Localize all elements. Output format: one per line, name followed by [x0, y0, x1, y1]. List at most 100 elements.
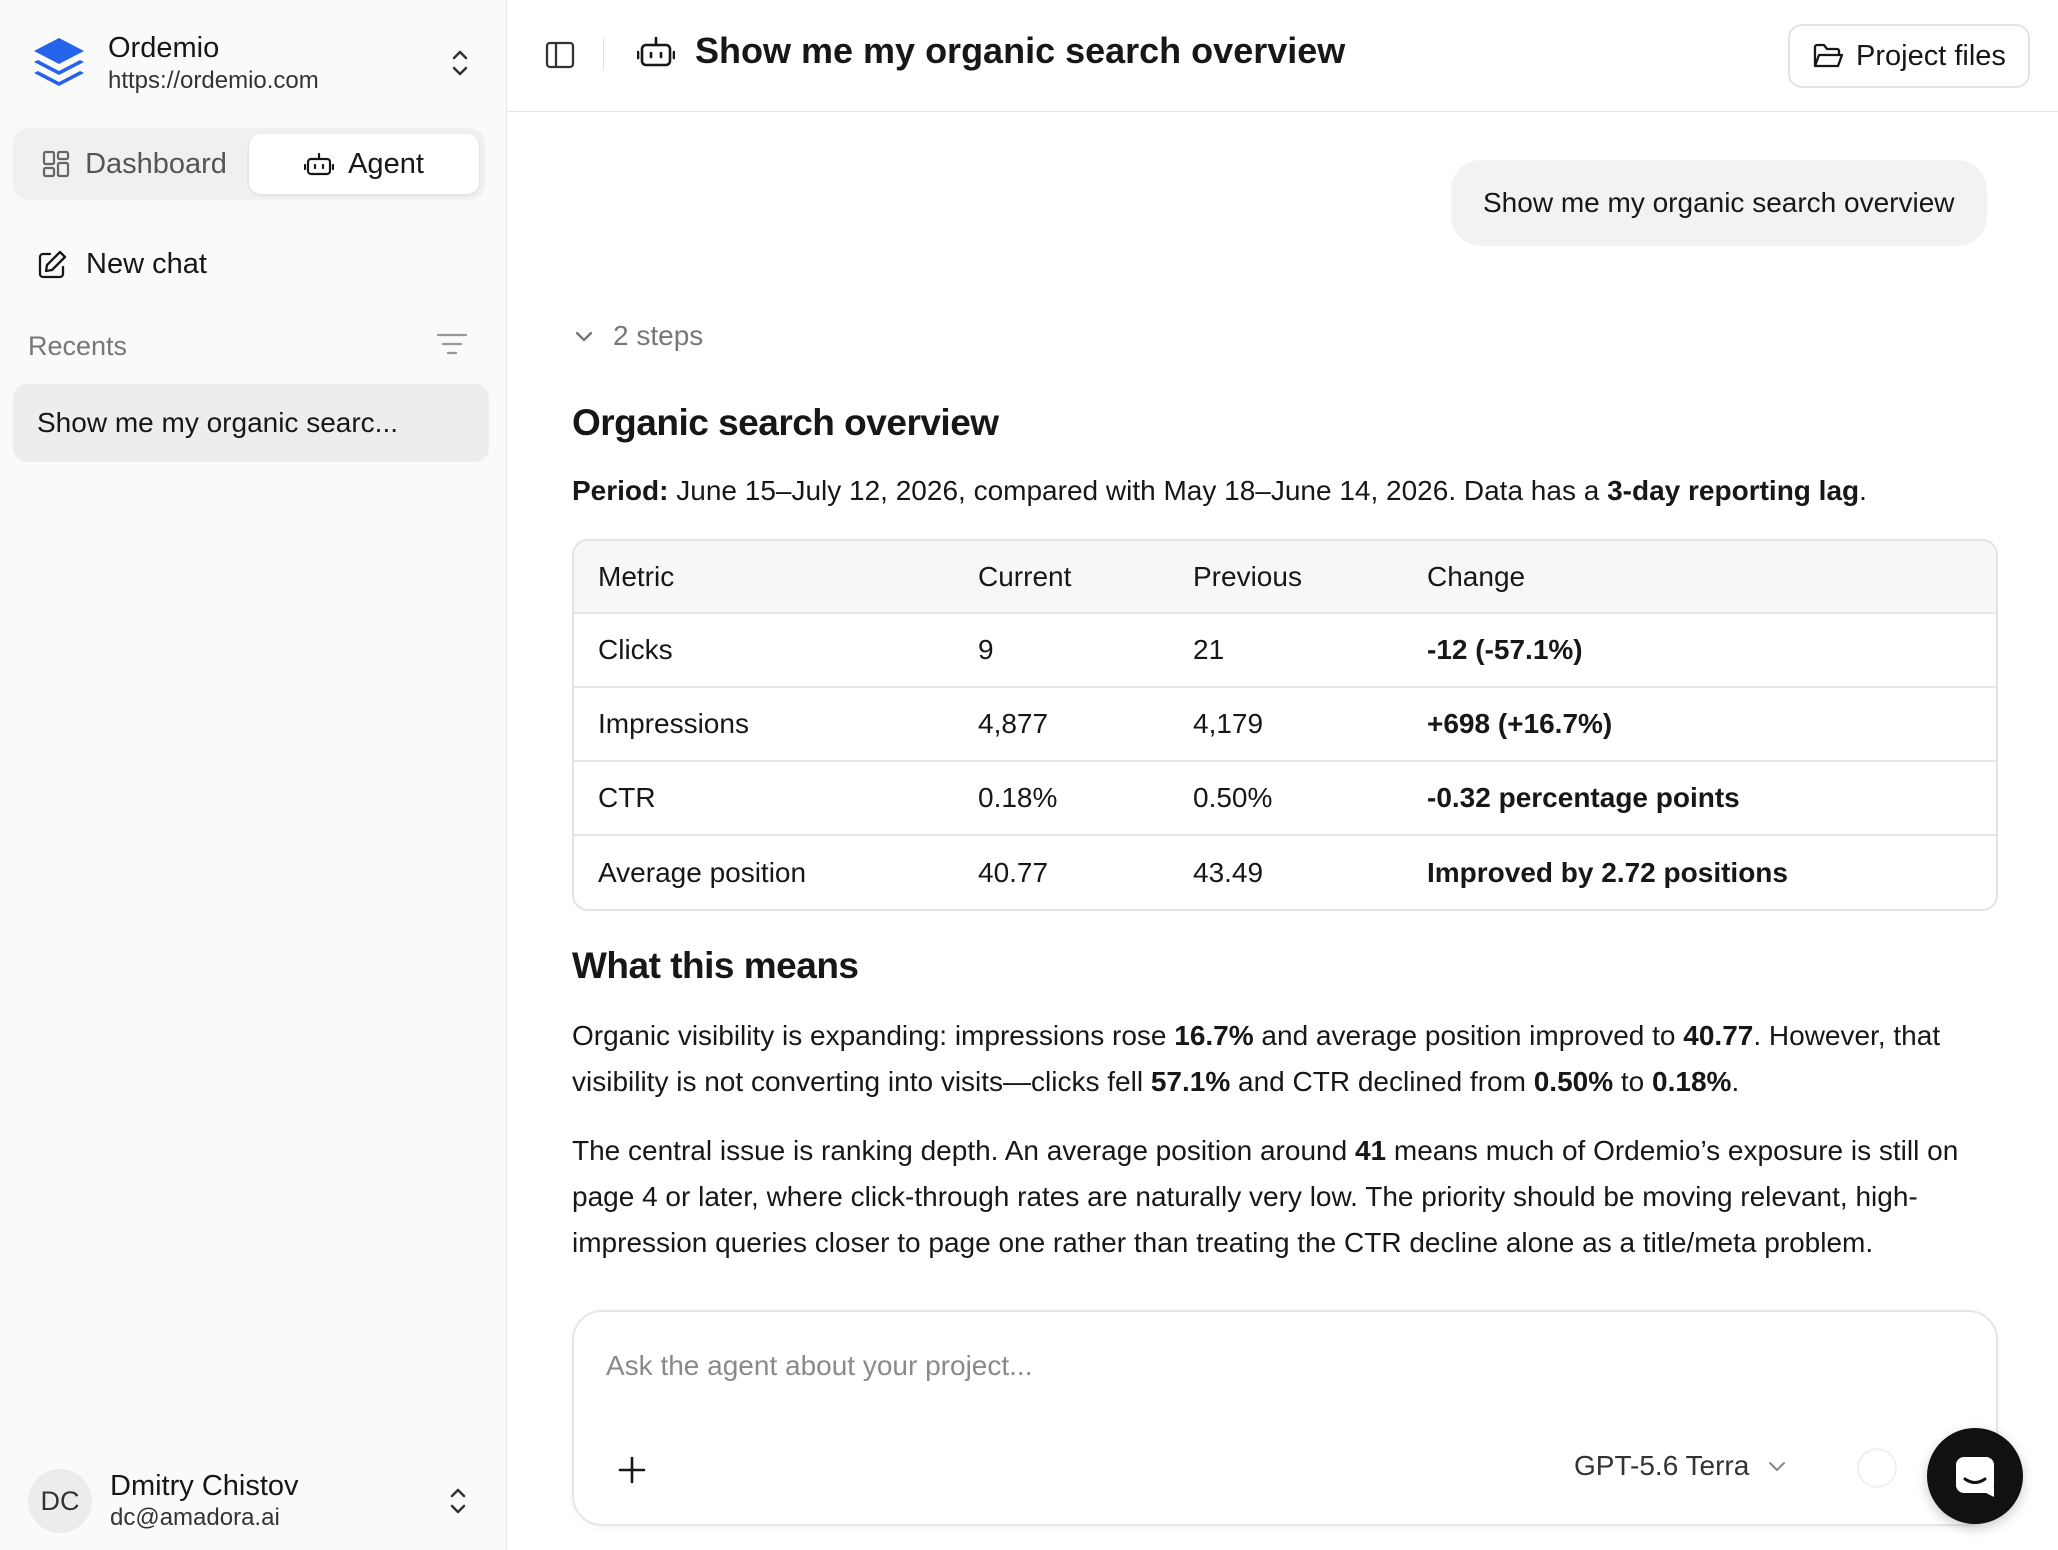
view-switcher: Dashboard Agent: [13, 128, 485, 200]
steps-label: 2 steps: [613, 320, 704, 351]
page-title: Show me my organic search overview: [637, 30, 1345, 72]
current-cell: 40.77: [978, 856, 1049, 888]
project-url: https://ordemio.com: [108, 67, 319, 94]
chevron-down-icon: [575, 331, 593, 342]
column-header: Current: [978, 560, 1072, 592]
main-panel: Show me my organic search overview Proje…: [507, 0, 2058, 1550]
project-name: Ordemio: [108, 32, 220, 64]
recents-label: Recents: [28, 331, 128, 361]
current-cell: 4,877: [978, 708, 1049, 739]
means-heading: What this means: [572, 945, 859, 986]
plus-icon[interactable]: [616, 1454, 648, 1486]
current-cell: 0.18%: [978, 782, 1058, 813]
text-span: and CTR declined from: [1230, 1066, 1534, 1097]
user-message: Show me my organic search overview: [1451, 160, 1987, 246]
avatar: DC: [28, 1469, 92, 1533]
column-header: Previous: [1193, 560, 1302, 592]
tab-agent[interactable]: Agent: [249, 134, 479, 194]
text-span: The central issue is ranking depth. An a…: [572, 1135, 1355, 1166]
period-text: Period: June 15–July 12, 2026, compared …: [572, 475, 1867, 507]
metric-cell: Impressions: [598, 708, 749, 739]
bold-span: 0.18%: [1652, 1066, 1732, 1097]
previous-cell: 21: [1193, 634, 1225, 665]
model-label: GPT-5.6 Terra: [1574, 1450, 1750, 1481]
project-files-button[interactable]: Project files: [1788, 24, 2030, 88]
change-cell: -12 (-57.1%): [1427, 634, 1583, 665]
metric-cell: Clicks: [598, 634, 673, 665]
bold-span: 0.50%: [1533, 1066, 1614, 1097]
support-chat-button[interactable]: [1927, 1428, 2023, 1524]
filter-button[interactable]: [436, 330, 468, 363]
text-span: Organic visibility is expanding: impress…: [572, 1020, 1175, 1051]
bold-span: 16.7%: [1174, 1020, 1254, 1051]
period-range: June 15–July 12, 2026, compared with May…: [668, 475, 1608, 506]
text-span: and average position improved to: [1253, 1020, 1684, 1051]
period-lag: 3-day reporting lag: [1607, 475, 1860, 506]
table-row: Impressions 4,877 4,179 +698 (+16.7%): [574, 687, 1996, 761]
table-row: Average position 40.77 43.49 Improved by…: [574, 835, 1996, 909]
filter-icon: [436, 333, 468, 355]
metric-cell: CTR: [598, 782, 656, 813]
user-email: dc@amadora.ai: [110, 1504, 280, 1531]
bot-icon: [637, 36, 675, 67]
new-chat-label: New chat: [86, 248, 207, 280]
user-name: Dmitry Chistov: [110, 1470, 299, 1502]
column-header: Change: [1427, 560, 1526, 592]
project-files-label: Project files: [1856, 39, 2006, 72]
table-row: CTR 0.18% 0.50% -0.32 percentage points: [574, 761, 1996, 835]
edit-icon: [38, 250, 67, 278]
steps-toggle[interactable]: 2 steps: [573, 320, 703, 352]
previous-cell: 0.50%: [1193, 782, 1273, 813]
tab-agent-label: Agent: [348, 147, 424, 180]
recent-chat-label: Show me my organic searc...: [37, 407, 399, 438]
sidebar: Ordemio https://ordemio.com Dashboard Ag…: [0, 0, 507, 1550]
user-info: Dmitry Chistov dc@amadora.ai: [110, 1469, 444, 1533]
column-header: Metric: [598, 560, 675, 592]
dashboard-icon: [42, 150, 70, 178]
bold-span: 41: [1354, 1135, 1387, 1166]
bot-icon: [304, 152, 335, 176]
change-cell: +698 (+16.7%): [1427, 708, 1613, 739]
model-select[interactable]: GPT-5.6 Terra: [1574, 1450, 1787, 1482]
layers-logo-icon: [34, 38, 84, 86]
divider: [603, 38, 604, 70]
period-label: Period:: [572, 475, 669, 506]
tab-dashboard[interactable]: Dashboard: [19, 134, 249, 194]
sidebar-toggle-icon[interactable]: [545, 40, 575, 70]
analysis-paragraph: The central issue is ranking depth. An a…: [572, 1128, 2004, 1266]
text-span: to: [1613, 1066, 1653, 1097]
folder-open-icon: [1813, 43, 1844, 68]
new-chat-button[interactable]: New chat: [36, 248, 207, 281]
metrics-table: Metric Current Previous Change Clicks 9 …: [572, 539, 1998, 911]
bold-span: 40.77: [1683, 1020, 1754, 1051]
previous-cell: 4,179: [1193, 708, 1264, 739]
previous-cell: 43.49: [1193, 856, 1264, 888]
chevron-down-icon: [1769, 1462, 1786, 1471]
page-title-text: Show me my organic search overview: [695, 30, 1346, 71]
current-cell: 9: [978, 634, 994, 665]
period-end: .: [1859, 475, 1867, 506]
recent-chat-item[interactable]: Show me my organic searc...: [13, 384, 489, 462]
project-switcher[interactable]: Ordemio https://ordemio.com: [30, 24, 480, 102]
table-header-row: Metric Current Previous Change: [574, 541, 1996, 613]
user-menu[interactable]: DC Dmitry Chistov dc@amadora.ai: [28, 1464, 478, 1538]
change-cell: -0.32 percentage points: [1427, 782, 1740, 813]
chevron-up-down-icon: [452, 50, 468, 76]
recents-header: Recents: [28, 330, 468, 363]
chat-bubble-icon: [1956, 1457, 1994, 1497]
chevron-up-down-icon: [450, 1488, 466, 1514]
bold-span: 57.1%: [1150, 1066, 1231, 1097]
send-button[interactable]: [1857, 1448, 1897, 1488]
analysis-paragraph: Organic visibility is expanding: impress…: [572, 1013, 2004, 1105]
tab-dashboard-label: Dashboard: [85, 147, 227, 180]
topbar: Show me my organic search overview Proje…: [507, 0, 2058, 112]
message-input[interactable]: [606, 1346, 1806, 1386]
app-root: Ordemio https://ordemio.com Dashboard Ag…: [0, 0, 2058, 1550]
text-span: .: [1731, 1066, 1740, 1097]
table-row: Clicks 9 21 -12 (-57.1%): [574, 613, 1996, 687]
project-info: Ordemio https://ordemio.com: [108, 30, 446, 96]
metric-cell: Average position: [598, 856, 807, 888]
overview-heading: Organic search overview: [572, 402, 999, 443]
message-composer: GPT-5.6 Terra: [572, 1310, 1998, 1526]
change-cell: Improved by 2.72 positions: [1427, 856, 1788, 888]
